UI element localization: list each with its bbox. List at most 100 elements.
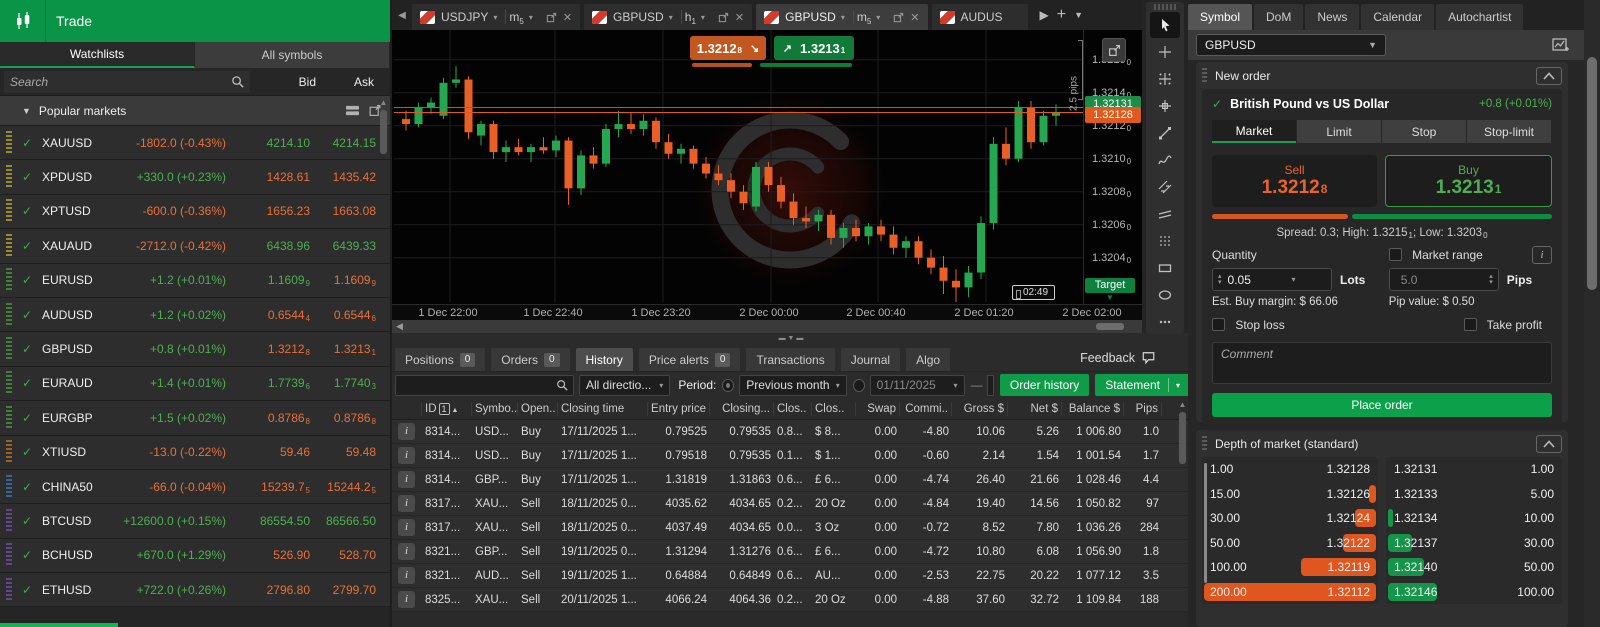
drag-handle-icon[interactable] <box>6 509 12 533</box>
column-header[interactable]: Commi.. <box>900 402 952 416</box>
order-type-market[interactable]: Market <box>1212 120 1296 143</box>
table-row[interactable]: i8314...GBP...Buy17/11/2025 1...1.318191… <box>392 468 1190 492</box>
tab-algo[interactable]: Algo <box>906 348 950 371</box>
crosshair-box-icon[interactable] <box>1150 93 1180 119</box>
channel-icon[interactable] <box>1150 174 1180 200</box>
drag-handle-icon[interactable] <box>6 371 12 395</box>
ask-price[interactable]: 59.48 <box>310 445 390 459</box>
dom-bid-row[interactable]: 50.001.32122 <box>1202 531 1378 556</box>
watchlist-row[interactable]: ✓BTCUSD+12600.0 (+0.15%)86554.5086566.50 <box>0 504 390 538</box>
pattern-icon[interactable] <box>1150 228 1180 254</box>
ask-price[interactable]: 1.77403 <box>310 376 390 390</box>
chevron-down-icon[interactable]: ▾ <box>529 13 533 22</box>
close-tab-icon[interactable]: ✕ <box>735 11 744 24</box>
tab-orders[interactable]: Orders0 <box>491 348 569 371</box>
dom-ask-row[interactable]: 1.321335.00 <box>1386 482 1562 507</box>
order-type-stop[interactable]: Stop <box>1382 120 1466 143</box>
dom-bid-row[interactable]: 100.001.32119 <box>1202 555 1378 580</box>
info-icon[interactable]: i <box>398 447 415 464</box>
ask-price[interactable]: 528.70 <box>310 548 390 562</box>
column-header[interactable]: Closing... <box>710 402 774 416</box>
bid-price[interactable]: 0.65444 <box>236 308 310 322</box>
chevron-down-icon[interactable]: ▾ <box>701 13 705 22</box>
bid-price[interactable]: 1.16099 <box>236 273 310 287</box>
tab-positions[interactable]: Positions0 <box>395 348 485 371</box>
ask-price[interactable]: 1.16099 <box>310 273 390 287</box>
info-icon[interactable]: i <box>398 471 415 488</box>
freehand-icon[interactable] <box>1150 147 1180 173</box>
ellipse-icon[interactable] <box>1150 282 1180 308</box>
scroll-up-icon[interactable]: ▲ <box>378 98 389 107</box>
drag-handle-icon[interactable] <box>6 440 12 464</box>
direction-filter-dropdown[interactable]: All directio...▾ <box>579 375 670 396</box>
spinner-arrows-icon[interactable]: ▴▾ <box>1489 274 1493 286</box>
bid-price[interactable]: 15239.75 <box>236 480 310 494</box>
cursor-icon[interactable] <box>1150 12 1180 38</box>
bid-price[interactable]: 59.46 <box>236 445 310 459</box>
chart-horizontal-scrollbar[interactable]: ◀ <box>392 320 1142 333</box>
watchlist-row[interactable]: ✓EURAUD+1.4 (+0.01%)1.773961.77403 <box>0 367 390 401</box>
ask-price[interactable]: 0.65446 <box>310 308 390 322</box>
tab-history[interactable]: History <box>576 348 633 371</box>
quantity-dropdown-icon[interactable]: ▾ <box>1292 275 1296 284</box>
dom-header[interactable]: Depth of market (standard) <box>1196 430 1568 457</box>
price-axis[interactable]: 1.321601.321401.321201.321001.320801.320… <box>1083 30 1142 304</box>
info-icon[interactable]: i <box>398 519 415 536</box>
quantity-stepper[interactable]: ▴▾ ▾ <box>1212 268 1332 291</box>
collapse-panel-button[interactable] <box>1536 435 1562 453</box>
ask-price[interactable]: 6439.33 <box>310 239 390 253</box>
new-chart-icon[interactable] <box>1552 37 1570 53</box>
date-to-picker[interactable] <box>987 375 994 396</box>
symbol-select[interactable]: GBPUSD▼ <box>1196 34 1386 56</box>
drag-handle-icon[interactable] <box>6 165 12 189</box>
order-history-button[interactable]: Order history <box>1000 374 1089 396</box>
ask-price[interactable]: 0.87868 <box>310 411 390 425</box>
detach-chart-icon[interactable] <box>893 12 904 23</box>
hscroll-thumb[interactable] <box>1096 323 1124 330</box>
date-from-picker[interactable]: 01/11/2025▾ <box>870 375 965 396</box>
dom-ask-row[interactable]: 1.321311.00 <box>1386 457 1562 482</box>
statement-dropdown-icon[interactable]: ▾ <box>1176 381 1180 390</box>
trend-line-icon[interactable] <box>1150 120 1180 146</box>
tabs-scroll-right-icon[interactable]: ▶ <box>1040 8 1049 22</box>
info-icon[interactable]: i <box>398 567 415 584</box>
dom-bid-row[interactable]: 15.001.32126 <box>1202 482 1378 507</box>
market-range-checkbox[interactable] <box>1389 248 1402 261</box>
statement-button[interactable]: Statement ▾ <box>1095 374 1190 396</box>
dom-ask-row[interactable]: 1.3213730.00 <box>1386 531 1562 556</box>
bid-price[interactable]: 1.32128 <box>236 342 310 356</box>
watchlist-row[interactable]: ✓XTIUSD-13.0 (-0.22%)59.4659.48 <box>0 436 390 470</box>
chevron-down-icon[interactable]: ▾ <box>669 13 673 22</box>
close-tab-icon[interactable]: ✕ <box>563 11 572 24</box>
bid-price[interactable]: 1428.61 <box>236 170 310 184</box>
tab-watchlists[interactable]: Watchlists <box>0 42 195 68</box>
target-badge[interactable]: Target <box>1085 278 1135 293</box>
comment-input[interactable] <box>1213 343 1551 383</box>
drag-handle-icon[interactable] <box>6 337 12 361</box>
watchlist-row[interactable]: ✓AUDUSD+1.2 (+0.02%)0.654440.65446 <box>0 298 390 332</box>
timeframe-label[interactable]: m5 <box>509 10 523 24</box>
chevron-down-icon[interactable]: ▾ <box>493 13 497 22</box>
dom-ask-row[interactable]: 1.32146100.00 <box>1386 580 1562 605</box>
watchlist-row[interactable]: ✓XPTUSD-600.0 (-0.36%)1656.231663.08 <box>0 195 390 229</box>
custom-range-radio[interactable] <box>853 379 865 392</box>
column-header[interactable]: Pips <box>1124 402 1162 416</box>
column-header[interactable]: Symbo.. <box>472 402 518 416</box>
chevron-down-icon[interactable]: ▾ <box>841 13 845 22</box>
bid-price[interactable]: 1656.23 <box>236 204 310 218</box>
time-axis[interactable]: 1 Dec 22:001 Dec 22:401 Dec 23:202 Dec 0… <box>392 304 1142 320</box>
dom-bid-row[interactable]: 200.001.32112 <box>1202 580 1378 605</box>
dom-bid-row[interactable]: 30.001.32124 <box>1202 506 1378 531</box>
tab-dom[interactable]: DoM <box>1254 4 1303 30</box>
dom-ask-row[interactable]: 1.3214050.00 <box>1386 555 1562 580</box>
scroll-up-icon[interactable]: ▲ <box>1177 400 1188 409</box>
new-order-header[interactable]: New order <box>1196 62 1568 89</box>
bid-price[interactable]: 86554.50 <box>236 514 310 528</box>
column-header[interactable]: Entry price <box>648 402 710 416</box>
table-row[interactable]: i8314...USD...Buy17/11/2025 1...0.795250… <box>392 420 1190 444</box>
collapse-arrow-icon[interactable]: ▼ <box>22 106 31 116</box>
drag-handle-icon[interactable] <box>6 475 12 499</box>
toolbar-drag-handle[interactable] <box>1154 4 1176 10</box>
fibonacci-icon[interactable] <box>1150 201 1180 227</box>
range-input[interactable] <box>1395 273 1465 287</box>
